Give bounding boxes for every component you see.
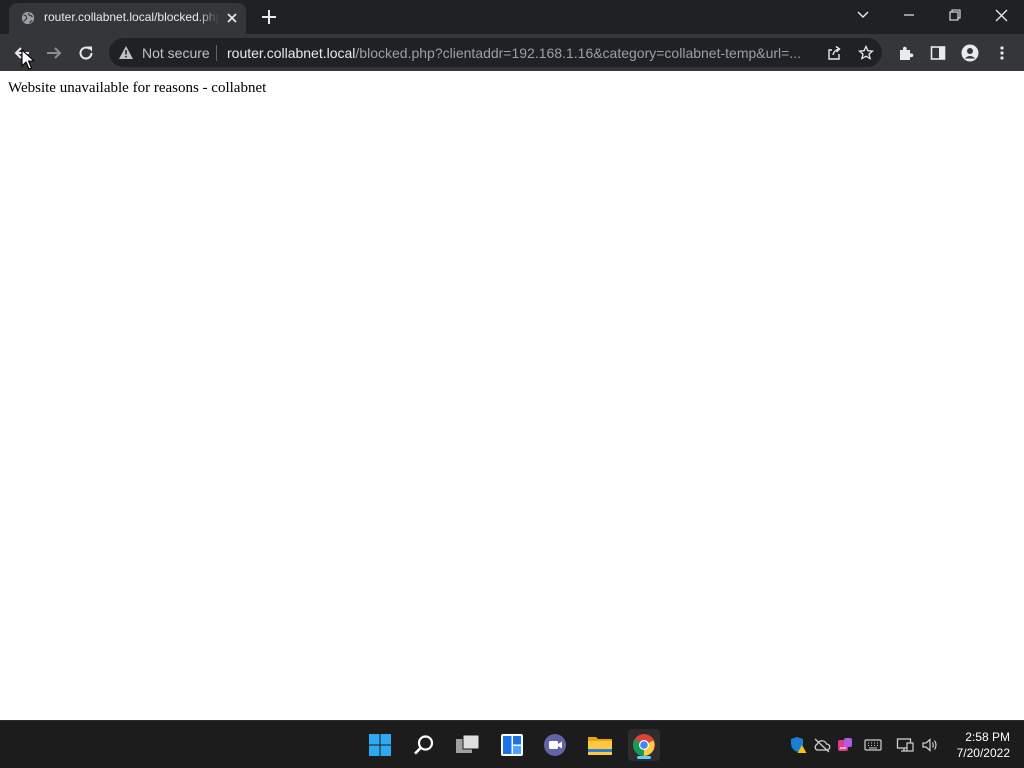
network-tray-button[interactable]	[896, 736, 914, 754]
cloud-off-icon	[814, 738, 831, 753]
warning-icon[interactable]	[118, 45, 134, 60]
url-path: /blocked.php?clientaddr=192.168.1.16&cat…	[355, 45, 802, 61]
star-icon	[858, 45, 874, 60]
chat-button[interactable]	[540, 729, 572, 761]
onedrive-tray-button[interactable]	[813, 736, 831, 754]
speaker-icon	[922, 738, 937, 752]
puzzle-icon	[900, 46, 914, 60]
app-tray-icon	[838, 738, 852, 751]
mouse-cursor-icon	[21, 49, 35, 70]
close-icon	[995, 9, 1007, 21]
active-app-indicator	[637, 756, 651, 759]
task-view-button[interactable]	[452, 729, 484, 761]
profile-button[interactable]	[958, 41, 982, 65]
defender-tray-button[interactable]	[789, 736, 807, 754]
arrow-right-icon	[47, 47, 62, 59]
tab-search-button[interactable]	[849, 4, 877, 26]
bookmark-button[interactable]	[857, 44, 875, 62]
chevron-down-icon	[857, 11, 869, 18]
clock[interactable]: 2:58 PM 7/20/2022	[957, 729, 1010, 761]
url-host: router.collabnet.local	[227, 45, 356, 61]
app-tray-button[interactable]	[836, 736, 854, 754]
keyboard-icon	[864, 739, 882, 751]
side-panel-icon	[930, 46, 946, 60]
omnibox-divider	[216, 45, 217, 61]
url-text[interactable]: router.collabnet.local/blocked.php?clien…	[227, 45, 815, 61]
browser-tab[interactable]: router.collabnet.local/blocked.php?clien…	[9, 3, 246, 34]
clock-time: 2:58 PM	[965, 730, 1010, 744]
blocked-message: Website unavailable for reasons - collab…	[8, 80, 267, 96]
keyboard-tray-button[interactable]	[864, 736, 882, 754]
restore-button[interactable]	[941, 4, 969, 26]
more-vert-icon	[1000, 46, 1004, 60]
file-explorer-button[interactable]	[584, 729, 616, 761]
address-bar[interactable]: Not secure router.collabnet.local/blocke…	[109, 38, 882, 67]
side-panel-button[interactable]	[926, 41, 950, 65]
volume-tray-button[interactable]	[921, 736, 939, 754]
folder-icon	[588, 737, 612, 755]
search-icon	[414, 735, 434, 755]
widgets-button[interactable]	[496, 729, 528, 761]
start-button[interactable]	[364, 729, 396, 761]
restore-icon	[949, 9, 961, 21]
task-view-icon	[456, 734, 480, 753]
security-status[interactable]: Not secure	[142, 45, 210, 61]
forward-button[interactable]	[42, 41, 66, 65]
taskbar: 2:58 PM 7/20/2022	[0, 720, 1024, 768]
globe-icon	[21, 11, 35, 25]
windows-icon	[369, 734, 391, 756]
extensions-button[interactable]	[894, 41, 918, 65]
browser-toolbar: Not secure router.collabnet.local/blocke…	[0, 34, 1024, 71]
search-button[interactable]	[408, 729, 440, 761]
chrome-icon	[633, 734, 655, 756]
clock-date: 7/20/2022	[956, 746, 1010, 760]
avatar-icon	[961, 44, 979, 62]
close-window-button[interactable]	[987, 4, 1015, 26]
chat-icon	[544, 734, 566, 756]
new-tab-icon[interactable]	[260, 8, 278, 26]
tab-title: router.collabnet.local/blocked.php?clien…	[44, 10, 219, 24]
share-icon	[828, 45, 841, 60]
tab-strip: router.collabnet.local/blocked.php?clien…	[0, 0, 1024, 34]
minimize-button[interactable]	[895, 4, 923, 26]
network-icon	[896, 738, 914, 752]
share-button[interactable]	[825, 44, 843, 62]
chrome-taskbar-button[interactable]	[628, 729, 660, 761]
close-tab-icon[interactable]	[224, 10, 240, 26]
reload-button[interactable]	[74, 41, 98, 65]
page-content: Website unavailable for reasons - collab…	[0, 71, 1024, 720]
widgets-icon	[501, 734, 523, 756]
minimize-icon	[904, 14, 914, 16]
menu-button[interactable]	[990, 41, 1014, 65]
shield-warning-icon	[791, 737, 807, 753]
reload-icon	[79, 46, 93, 60]
